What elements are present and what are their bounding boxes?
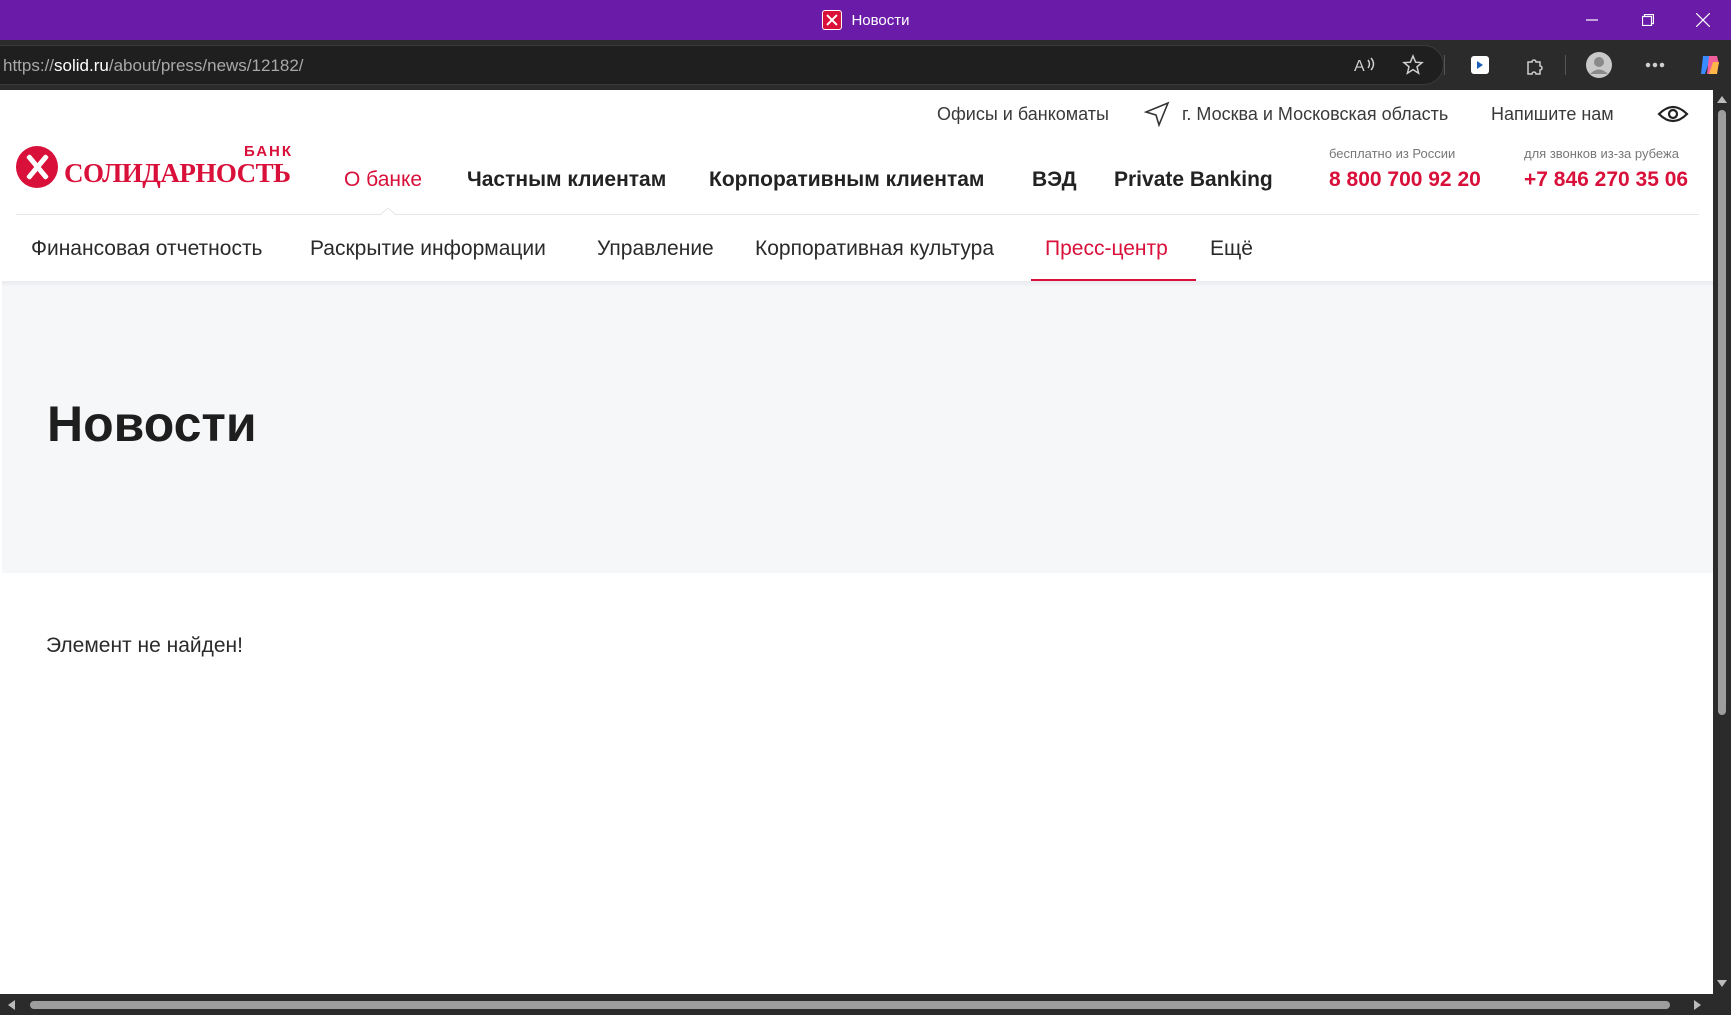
sub-nav-management[interactable]: Управление: [597, 224, 714, 274]
vertical-scrollbar[interactable]: [1713, 90, 1731, 994]
toolbar-separator: [1444, 55, 1445, 75]
extension-icon[interactable]: [1465, 50, 1495, 80]
active-nav-caret-icon: [380, 207, 396, 216]
favorite-star-icon[interactable]: [1398, 50, 1428, 80]
svg-text:A: A: [1354, 58, 1365, 75]
minimize-icon[interactable]: [1564, 0, 1620, 40]
web-page: Офисы и банкоматы г. Москва и Московская…: [2, 90, 1713, 994]
offices-atm-link[interactable]: Офисы и банкоматы: [937, 90, 1109, 138]
page-hero: Новости: [2, 283, 1713, 573]
phone-caption-russia: бесплатно из России: [1329, 146, 1456, 161]
phone-russia[interactable]: 8 800 700 92 20: [1329, 168, 1481, 192]
phone-caption-abroad: для звонков из-за рубежа: [1524, 146, 1679, 161]
profile-avatar-icon[interactable]: [1584, 50, 1614, 80]
solidarnost-favicon-icon: [821, 10, 842, 30]
url-text[interactable]: https://solid.ru/about/press/news/12182/: [3, 46, 304, 86]
sub-nav-press-center[interactable]: Пресс-центр: [1045, 224, 1168, 274]
page-title: Новости: [47, 396, 257, 452]
main-nav-corporate-clients[interactable]: Корпоративным клиентам: [709, 150, 984, 210]
scroll-right-arrow-icon[interactable]: [1694, 1000, 1701, 1010]
write-us-link[interactable]: Напишите нам: [1491, 90, 1614, 138]
not-found-message: Элемент не найден!: [46, 634, 243, 657]
sub-nav-corporate-culture[interactable]: Корпоративная культура: [755, 224, 994, 274]
horizontal-scroll-thumb[interactable]: [30, 1001, 1670, 1009]
read-aloud-icon[interactable]: A: [1349, 50, 1379, 80]
header-divider: [16, 214, 1699, 215]
scroll-down-arrow-icon[interactable]: [1717, 980, 1727, 987]
bank-logo[interactable]: БАНК СОЛИДАРНОСТЬ: [16, 140, 306, 190]
main-nav-private-clients[interactable]: Частным клиентам: [467, 150, 666, 210]
logo-mark-icon: [16, 146, 58, 188]
horizontal-scrollbar[interactable]: [0, 994, 1731, 1015]
scroll-up-arrow-icon[interactable]: [1717, 96, 1727, 103]
puzzle-extensions-icon[interactable]: [1520, 50, 1550, 80]
region-selector[interactable]: г. Москва и Московская область: [1182, 90, 1448, 138]
window-title: Новости: [851, 11, 910, 29]
copilot-icon[interactable]: [1695, 50, 1725, 80]
main-nav-about[interactable]: О банке: [344, 150, 422, 210]
toolbar-separator: [1565, 55, 1566, 75]
sub-nav-more[interactable]: Ещё: [1210, 224, 1253, 274]
main-nav-private-banking[interactable]: Private Banking: [1114, 150, 1273, 210]
more-menu-icon[interactable]: [1640, 50, 1670, 80]
close-icon[interactable]: [1675, 0, 1731, 40]
vertical-scroll-thumb[interactable]: [1718, 110, 1726, 715]
window-titlebar: Новости: [0, 0, 1731, 40]
header-shadow: [2, 281, 1713, 287]
location-arrow-icon[interactable]: [1144, 90, 1170, 138]
eye-accessibility-icon[interactable]: [1657, 90, 1689, 138]
logo-bank-name: СОЛИДАРНОСТЬ: [64, 158, 291, 188]
main-nav-ved[interactable]: ВЭД: [1032, 150, 1077, 210]
sub-nav-disclosure[interactable]: Раскрытие информации: [310, 224, 546, 274]
address-bar[interactable]: https://solid.ru/about/press/news/12182/: [0, 45, 1444, 85]
sub-nav-financial-reports[interactable]: Финансовая отчетность: [31, 224, 263, 274]
restore-icon[interactable]: [1620, 0, 1676, 40]
scroll-left-arrow-icon[interactable]: [8, 1000, 15, 1010]
phone-abroad[interactable]: +7 846 270 35 06: [1524, 168, 1688, 192]
browser-toolbar: https://solid.ru/about/press/news/12182/…: [0, 40, 1731, 90]
window-title-group: Новости: [821, 0, 910, 40]
